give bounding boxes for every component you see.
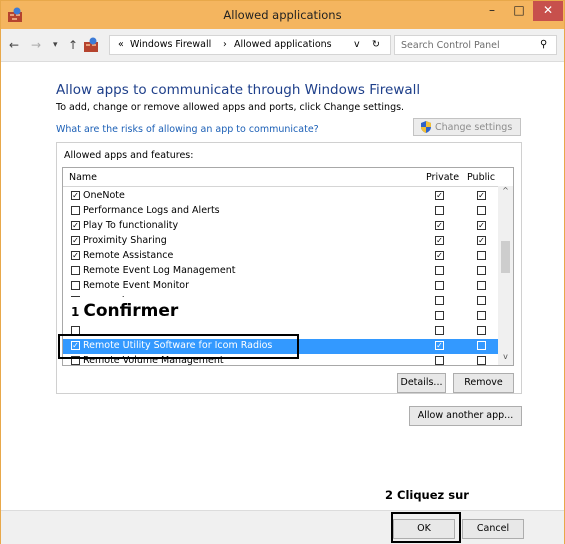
breadcrumb[interactable]: « Windows Firewall › Allowed application…	[109, 35, 391, 55]
app-enabled-checkbox[interactable]	[71, 281, 80, 290]
confirm-step-number: 1	[71, 305, 80, 319]
list-item[interactable]: ✓ Proximity Sharing ✓ ✓	[63, 234, 498, 249]
search-input[interactable]: Search Control Panel ⚲	[394, 35, 557, 55]
column-private[interactable]: Private	[426, 172, 459, 183]
public-checkbox[interactable]	[477, 266, 486, 275]
private-checkbox[interactable]: ✓	[435, 236, 444, 245]
confirm-callout-text: Confirmer	[83, 301, 179, 321]
private-checkbox[interactable]: ✓	[435, 251, 444, 260]
public-checkbox[interactable]	[477, 326, 486, 335]
address-dropdown-icon[interactable]: v	[354, 39, 360, 50]
breadcrumb-allowed-applications[interactable]: Allowed applications	[234, 39, 332, 50]
remove-button[interactable]: Remove	[453, 373, 514, 393]
app-enabled-checkbox[interactable]: ✓	[71, 191, 80, 200]
breadcrumb-windows-firewall[interactable]: Windows Firewall	[130, 39, 211, 50]
list-item[interactable]: Remote Event Log Management	[63, 264, 498, 279]
risks-link[interactable]: What are the risks of allowing an app to…	[56, 124, 319, 135]
column-public[interactable]: Public	[467, 172, 495, 183]
public-checkbox[interactable]	[477, 311, 486, 320]
app-name: Remote Assistance	[83, 250, 174, 261]
title-bar: Allowed applications – □ ✕	[1, 1, 564, 29]
list-header: Name Private Public	[63, 168, 513, 187]
private-checkbox[interactable]	[435, 206, 444, 215]
close-button[interactable]: ✕	[533, 1, 563, 21]
click-callout: 2 Cliquez sur	[385, 488, 469, 502]
scroll-up-icon[interactable]: ^	[498, 186, 513, 199]
private-checkbox[interactable]: ✓	[435, 341, 444, 350]
app-enabled-checkbox[interactable]	[71, 206, 80, 215]
private-checkbox[interactable]	[435, 356, 444, 365]
private-checkbox[interactable]	[435, 296, 444, 305]
uac-shield-icon	[421, 121, 431, 133]
list-item[interactable]: Remote Event Monitor	[63, 279, 498, 294]
public-checkbox[interactable]	[477, 251, 486, 260]
back-arrow-icon[interactable]: ←	[9, 38, 19, 52]
forward-arrow-icon[interactable]: →	[31, 38, 41, 52]
minimize-button[interactable]: –	[479, 1, 505, 21]
public-checkbox[interactable]: ✓	[477, 236, 486, 245]
refresh-icon[interactable]: ↻	[372, 39, 380, 50]
search-placeholder: Search Control Panel	[401, 40, 500, 51]
up-arrow-icon[interactable]: ↑	[68, 38, 78, 52]
search-icon[interactable]: ⚲	[540, 39, 547, 50]
scroll-thumb[interactable]	[501, 241, 510, 273]
private-checkbox[interactable]	[435, 266, 444, 275]
app-enabled-checkbox[interactable]	[71, 266, 80, 275]
column-name[interactable]: Name	[69, 172, 97, 183]
private-checkbox[interactable]	[435, 311, 444, 320]
address-bar: ← → ▾ ↑ « Windows Firewall › Allowed app…	[1, 29, 564, 62]
app-enabled-checkbox[interactable]: ✓	[71, 251, 80, 260]
allowed-apps-label: Allowed apps and features:	[64, 150, 194, 161]
allowed-applications-window: Allowed applications – □ ✕ ← → ▾ ↑ « Win…	[0, 0, 565, 544]
firewall-location-icon	[84, 37, 98, 52]
public-checkbox[interactable]: ✓	[477, 191, 486, 200]
private-checkbox[interactable]: ✓	[435, 221, 444, 230]
app-name: Remote Event Monitor	[83, 280, 190, 291]
recent-pages-icon[interactable]: ▾	[53, 40, 58, 50]
public-checkbox[interactable]	[477, 341, 486, 350]
change-settings-button: Change settings	[413, 118, 521, 136]
app-enabled-checkbox[interactable]: ✓	[71, 221, 80, 230]
public-checkbox[interactable]: ✓	[477, 221, 486, 230]
list-item[interactable]: ✓ OneNote ✓ ✓	[63, 189, 498, 204]
scroll-down-icon[interactable]: v	[498, 352, 513, 365]
list-scrollbar[interactable]: ^ v	[498, 186, 513, 365]
list-item[interactable]: ✓ Play To functionality ✓ ✓	[63, 219, 498, 234]
details-button[interactable]: Details...	[397, 373, 446, 393]
maximize-button[interactable]: □	[506, 1, 532, 21]
public-checkbox[interactable]	[477, 281, 486, 290]
public-checkbox[interactable]	[477, 206, 486, 215]
public-checkbox[interactable]	[477, 296, 486, 305]
private-checkbox[interactable]: ✓	[435, 191, 444, 200]
list-item[interactable]: Performance Logs and Alerts	[63, 204, 498, 219]
page-heading: Allow apps to communicate through Window…	[56, 82, 421, 98]
private-checkbox[interactable]	[435, 281, 444, 290]
app-name: Performance Logs and Alerts	[83, 205, 220, 216]
app-name: OneNote	[83, 190, 125, 201]
app-name: Proximity Sharing	[83, 235, 167, 246]
confirm-highlight-frame	[58, 334, 299, 359]
ok-highlight-frame	[391, 512, 461, 543]
app-name: Remote Event Log Management	[83, 265, 236, 276]
confirm-callout: 1 Confirmer	[71, 301, 178, 321]
cancel-button[interactable]: Cancel	[462, 519, 524, 539]
private-checkbox[interactable]	[435, 326, 444, 335]
instruction-text: To add, change or remove allowed apps an…	[56, 102, 405, 113]
change-settings-label: Change settings	[435, 122, 513, 133]
public-checkbox[interactable]	[477, 356, 486, 365]
app-enabled-checkbox[interactable]: ✓	[71, 236, 80, 245]
allow-another-app-button[interactable]: Allow another app...	[409, 406, 522, 426]
app-name: Play To functionality	[83, 220, 179, 231]
breadcrumb-arrow-icon: ›	[223, 39, 227, 50]
breadcrumb-separator: «	[118, 39, 124, 50]
list-item[interactable]: ✓ Remote Assistance ✓	[63, 249, 498, 264]
